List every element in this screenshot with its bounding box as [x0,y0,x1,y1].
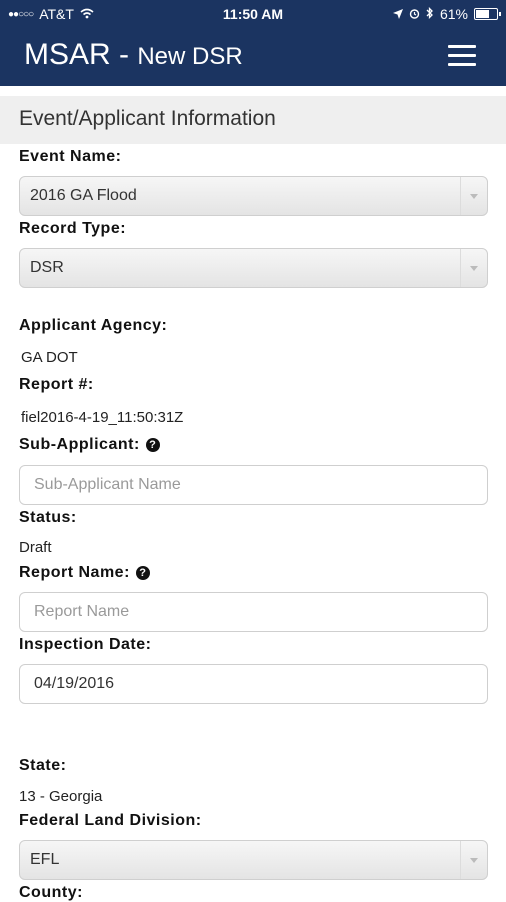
section-header: Event/Applicant Information [0,96,506,144]
report-name-label-text: Report Name: [19,564,130,581]
report-number-label: Report #: [19,376,94,393]
bluetooth-icon [426,6,434,22]
app-brand: MSAR - [24,38,129,71]
report-number-value: fiel2016-4-19_11:50:31Z [21,409,184,426]
state-value: 13 - Georgia [19,788,103,805]
inspection-date-input[interactable] [19,664,488,704]
event-name-label: Event Name: [19,148,122,165]
applicant-agency-label: Applicant Agency: [19,317,168,334]
report-name-label: Report Name:? [19,564,150,582]
screen-title: New DSR [137,43,243,70]
chevron-down-icon [460,177,487,215]
app-title: MSAR - New DSR [24,38,243,72]
inspection-date-label: Inspection Date: [19,636,152,653]
event-name-select[interactable]: 2016 GA Flood [19,176,488,216]
alarm-icon [409,6,420,22]
battery-percent: 61% [439,6,468,22]
record-type-label: Record Type: [19,220,127,237]
status-label: Status: [19,509,77,526]
status-right: 61% [392,6,501,22]
sub-applicant-label-text: Sub-Applicant: [19,436,140,453]
hamburger-menu-icon[interactable] [448,45,476,67]
battery-fill [476,10,490,18]
status-value: Draft [19,539,52,556]
status-bar: ●●○○○ AT&T 11:50 AM 61% [0,0,506,28]
record-type-value: DSR [30,259,64,276]
report-name-input[interactable] [19,592,488,632]
help-icon[interactable]: ? [135,565,150,580]
battery-icon [474,8,501,20]
sub-applicant-input[interactable] [19,465,488,505]
location-icon [392,6,403,22]
record-type-select[interactable]: DSR [19,248,488,288]
federal-land-division-value: EFL [30,851,60,868]
federal-land-division-label: Federal Land Division: [19,812,202,829]
chevron-down-icon [460,249,487,287]
chevron-down-icon [460,841,487,879]
county-label: County: [19,884,83,901]
applicant-agency-value: GA DOT [21,349,78,366]
sub-applicant-label: Sub-Applicant:? [19,436,160,454]
help-icon[interactable]: ? [145,437,160,452]
event-name-value: 2016 GA Flood [30,187,137,204]
federal-land-division-select[interactable]: EFL [19,840,488,880]
state-label: State: [19,757,67,774]
app-header: MSAR - New DSR [0,28,506,86]
